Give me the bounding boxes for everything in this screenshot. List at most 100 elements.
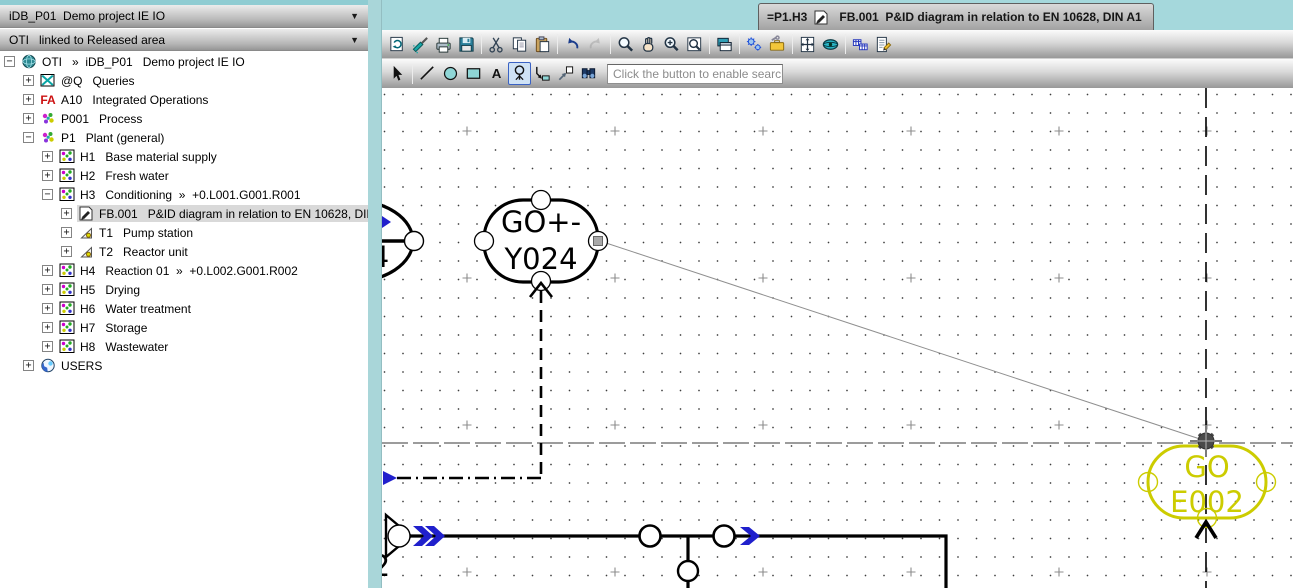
search-binoculars-button[interactable]: [577, 62, 600, 85]
triangle-tool-icon: [77, 225, 95, 240]
project-selector[interactable]: iDB_P01 Demo project IE IO ▼: [0, 5, 368, 28]
svg-text:4: 4: [382, 240, 389, 274]
tree-item-h6[interactable]: +H6Water treatment: [0, 299, 368, 318]
area-selector[interactable]: OTI linked to Released area ▼: [0, 29, 368, 51]
expand-icon[interactable]: +: [42, 265, 53, 276]
tree-item-id: T1: [99, 226, 113, 240]
chevron-down-icon[interactable]: ▼: [350, 11, 359, 21]
tree-item-h5[interactable]: + H5 Drying: [0, 280, 368, 299]
diagram-canvas[interactable]: 4 GO+- Y024 2 GO: [382, 88, 1293, 588]
panel-divider[interactable]: [368, 0, 382, 588]
expand-icon[interactable]: +: [23, 113, 34, 124]
toolbar-separator: [739, 34, 740, 54]
toolbar-separator: [412, 64, 413, 84]
undo-button[interactable]: [561, 33, 584, 56]
pan-button[interactable]: [637, 33, 660, 56]
selection-handle[interactable]: [594, 237, 603, 246]
format-brush-button[interactable]: [409, 33, 432, 56]
search-input[interactable]: Click the button to enable search ▼: [607, 64, 783, 84]
expand-icon[interactable]: +: [23, 94, 34, 105]
window-layers-button[interactable]: [713, 33, 736, 56]
fit-page-button[interactable]: [796, 33, 819, 56]
function-box-icon: [58, 301, 76, 316]
toolbar-separator: [481, 34, 482, 54]
tree-item-label: » iDB_P01 Demo project IE IO: [72, 55, 245, 69]
tree-item-h3[interactable]: −H3Conditioning » +0.L001.G001.R001: [0, 185, 368, 204]
redo-button[interactable]: [584, 33, 607, 56]
expand-icon[interactable]: +: [42, 341, 53, 352]
connection-point[interactable]: [640, 526, 661, 547]
tree-item-t2[interactable]: +T2Reactor unit: [0, 242, 368, 261]
tab-ref: =P1.H3: [767, 10, 807, 24]
tree-item-p1[interactable]: −P1Plant (general): [0, 128, 368, 147]
globe-users-icon: [39, 358, 57, 373]
link-button[interactable]: [554, 62, 577, 85]
function-box-icon: [58, 168, 76, 183]
connection-point[interactable]: [475, 232, 494, 251]
connection-point[interactable]: [714, 526, 735, 547]
print-button[interactable]: [432, 33, 455, 56]
expand-icon[interactable]: +: [42, 151, 53, 162]
tree-item-users[interactable]: +USERS: [0, 356, 368, 375]
tree-item-fb-001[interactable]: +FB.001P&ID diagram in relation to EN 10…: [0, 204, 368, 223]
tree-item-id: FB.001: [99, 207, 138, 221]
options-button[interactable]: [743, 33, 766, 56]
collapse-icon[interactable]: −: [42, 189, 53, 200]
tree-item-id: A10: [61, 93, 82, 107]
expand-icon[interactable]: +: [23, 75, 34, 86]
expand-icon[interactable]: +: [61, 208, 72, 219]
expand-icon[interactable]: +: [42, 322, 53, 333]
collapse-icon[interactable]: −: [23, 132, 34, 143]
tree-item-id: H7: [80, 321, 95, 335]
tab-pid-diagram[interactable]: =P1.H3 FB.001 P&ID diagram in relation t…: [758, 3, 1154, 30]
tree-item-h7[interactable]: +H7Storage: [0, 318, 368, 337]
cut-button[interactable]: [485, 33, 508, 56]
tree-item-h8[interactable]: +H8Wastewater: [0, 337, 368, 356]
zoom-region-button[interactable]: [683, 33, 706, 56]
rectangle-button[interactable]: [462, 62, 485, 85]
edge-button[interactable]: [531, 62, 554, 85]
expand-icon[interactable]: +: [23, 360, 34, 371]
flower-icon: [39, 130, 57, 145]
tree-item-oti[interactable]: −OTI» iDB_P01 Demo project IE IO: [0, 52, 368, 71]
toolbox-button[interactable]: [766, 33, 789, 56]
tree-item-t1[interactable]: +T1Pump station: [0, 223, 368, 242]
symbol-button[interactable]: [508, 62, 531, 85]
connection-point[interactable]: [532, 191, 551, 210]
copy-button[interactable]: [508, 33, 531, 56]
document-tabbar: =P1.H3 FB.001 P&ID diagram in relation t…: [382, 0, 1293, 30]
toolbar-separator: [610, 34, 611, 54]
tree-item-label: Drying: [105, 283, 140, 297]
refresh-button[interactable]: [386, 33, 409, 56]
paste-button[interactable]: [531, 33, 554, 56]
worksheet-button[interactable]: [849, 33, 872, 56]
tree-item-label: Queries: [93, 74, 135, 88]
tree-item-p001[interactable]: +P001Process: [0, 109, 368, 128]
expand-icon[interactable]: +: [61, 246, 72, 257]
diagram-page-icon: [77, 206, 95, 221]
tree-item-h2[interactable]: +H2Fresh water: [0, 166, 368, 185]
expand-icon[interactable]: +: [42, 170, 53, 181]
tree-item-id: H5: [80, 283, 95, 297]
zoom-in-button[interactable]: [660, 33, 683, 56]
tree-item-a10[interactable]: +FAA10Integrated Operations: [0, 90, 368, 109]
chevron-down-icon[interactable]: ▼: [350, 35, 359, 45]
collapse-icon[interactable]: −: [4, 56, 15, 67]
tree-item--q[interactable]: +@QQueries: [0, 71, 368, 90]
save-button[interactable]: [455, 33, 478, 56]
edit-notes-button[interactable]: [872, 33, 895, 56]
text-button[interactable]: A: [485, 62, 508, 85]
tree-item-label: Base material supply: [105, 150, 216, 164]
expand-icon[interactable]: +: [61, 227, 72, 238]
zoom-button[interactable]: [614, 33, 637, 56]
connection-point[interactable]: [678, 561, 698, 581]
expand-icon[interactable]: +: [42, 303, 53, 314]
expand-icon[interactable]: +: [42, 284, 53, 295]
tree-item-h1[interactable]: +H1Base material supply: [0, 147, 368, 166]
tree-item-h4[interactable]: +H4Reaction 01 » +0.L002.G001.R002: [0, 261, 368, 280]
select-button[interactable]: [386, 62, 409, 85]
toolbar-separator: [709, 34, 710, 54]
view-button[interactable]: [819, 33, 842, 56]
ellipse-button[interactable]: [439, 62, 462, 85]
line-button[interactable]: [416, 62, 439, 85]
